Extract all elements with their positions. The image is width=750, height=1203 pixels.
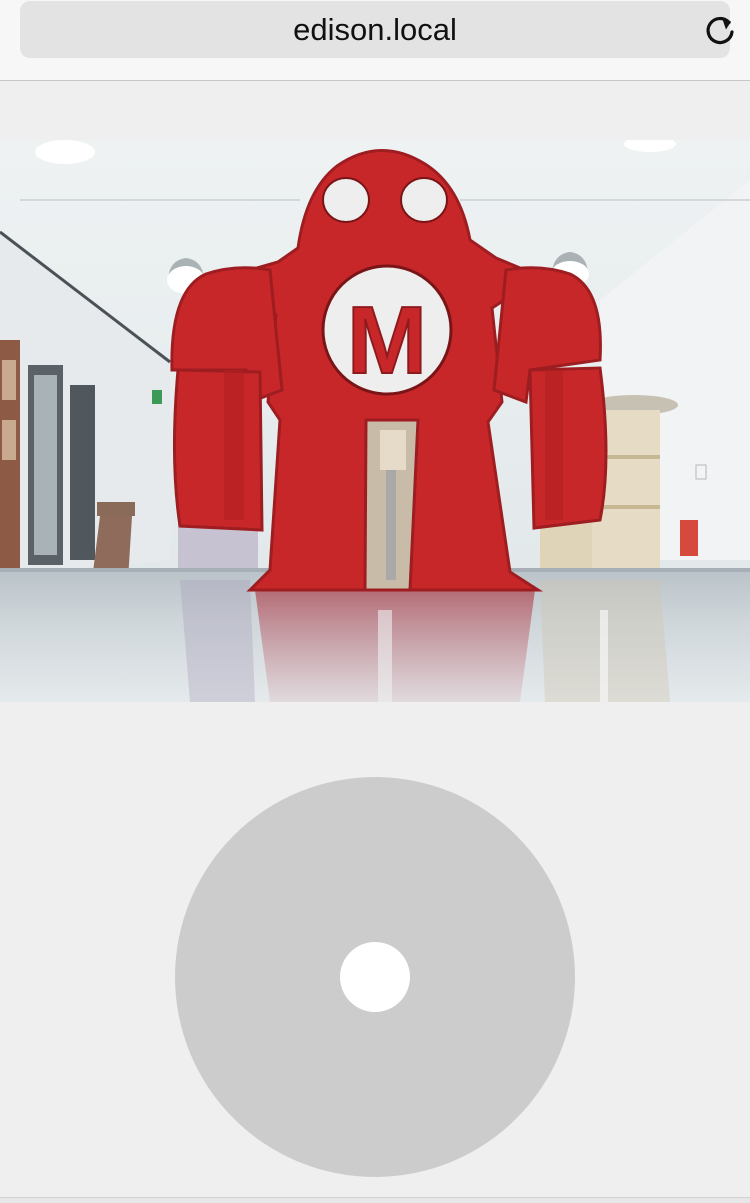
joystick-knob[interactable] [340, 942, 410, 1012]
url-text: edison.local [293, 12, 457, 47]
bottom-divider [0, 1197, 750, 1203]
camera-feed: M [0, 140, 750, 702]
robot-logo-letter: M [347, 287, 427, 394]
address-bar[interactable]: edison.local [20, 1, 734, 58]
reload-icon[interactable] [702, 12, 738, 48]
browser-toolbar: edison.local [0, 0, 750, 81]
camera-image: M [0, 140, 750, 702]
